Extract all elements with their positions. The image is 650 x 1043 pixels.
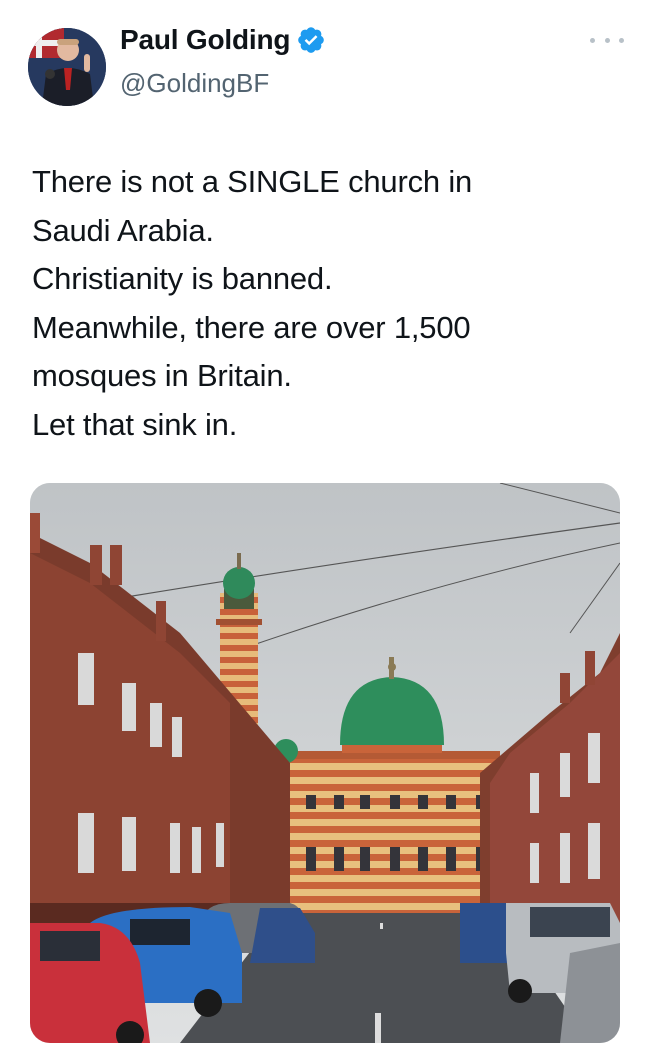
author-avatar[interactable]	[28, 28, 106, 106]
tweet-photo[interactable]	[30, 483, 620, 1043]
author-name-row[interactable]: Paul Golding	[120, 24, 326, 56]
more-options-icon[interactable]	[590, 30, 624, 50]
author-handle[interactable]: @GoldingBF	[120, 68, 269, 99]
tweet-line: There is not a SINGLE church in	[32, 164, 473, 199]
tweet-text: There is not a SINGLE church in Saudi Ar…	[32, 158, 622, 449]
tweet-line: Let that sink in.	[32, 406, 238, 442]
tweet-line: Saudi Arabia.	[32, 212, 214, 248]
tweet-line: Christianity is banned.	[32, 261, 333, 296]
tweet-line: mosques in Britain.	[32, 358, 292, 393]
avatar-photo	[28, 28, 106, 106]
street-mosque-photo	[30, 483, 620, 1043]
author-display-name[interactable]: Paul Golding	[120, 24, 290, 56]
verified-badge-icon	[296, 25, 326, 55]
tweet-line: Meanwhile, there are over 1,500	[32, 309, 471, 345]
